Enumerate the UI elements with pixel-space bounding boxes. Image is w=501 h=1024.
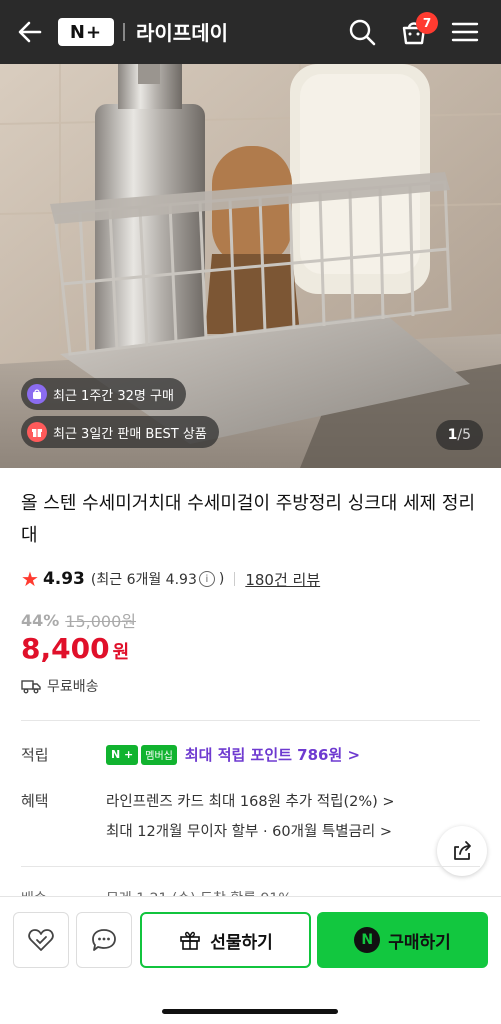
gift-button-label: 선물하기 <box>210 932 273 953</box>
discount-rate: 44% <box>21 610 60 630</box>
wishlist-button[interactable] <box>13 912 69 968</box>
info-icon[interactable]: i <box>198 571 215 587</box>
card-benefit-link[interactable]: 라인프렌즈 카드 최대 168원 추가 적립(2%) > <box>106 790 395 811</box>
truck-icon <box>21 680 41 694</box>
best-seller-badge: 최근 3일간 판매 BEST 상품 <box>21 416 219 448</box>
section-divider-2 <box>21 866 480 867</box>
recent-rating-text: (최근 6개월 4.93 <box>90 572 197 588</box>
share-icon <box>454 841 471 860</box>
max-points-text[interactable]: 최대 적립 포인트 786원 > <box>185 744 360 765</box>
benefits-label: 혜택 <box>21 792 49 810</box>
best-seller-text: 최근 3일간 판매 BEST 상품 <box>53 426 207 442</box>
back-arrow-icon[interactable] <box>14 16 46 48</box>
image-page-current: 1 <box>447 427 458 443</box>
price-row: 8,400 원 <box>21 632 129 665</box>
shipping-text: 무료배송 <box>47 679 99 695</box>
installment-benefit-link[interactable]: 최대 12개월 무이자 할부 · 60개월 특별금리 > <box>106 820 392 841</box>
cart-count-badge: 7 <box>416 12 438 34</box>
naver-plus-badge: N + <box>106 744 139 765</box>
star-icon: ★ <box>21 567 39 591</box>
bottom-action-bar: 선물하기 N 구매하기 <box>0 896 501 1024</box>
chat-bubble-icon <box>92 929 116 951</box>
original-price: 15,000원 <box>65 612 137 631</box>
search-icon[interactable] <box>344 14 380 50</box>
recent-purchase-badge: 최근 1주간 32명 구매 <box>21 378 186 410</box>
points-label: 적립 <box>21 746 49 764</box>
points-row[interactable]: N + 멤버십 최대 적립 포인트 786원 > <box>106 744 360 765</box>
review-count-link[interactable]: 180건 리뷰 <box>245 569 320 590</box>
naver-plus-logo[interactable]: N+ <box>58 18 114 46</box>
buy-button-label: 구매하기 <box>388 932 451 953</box>
shipping-row: 무료배송 <box>21 676 99 696</box>
discount-row: 44% 15,000원 <box>21 608 136 632</box>
share-button[interactable] <box>437 826 487 876</box>
rating-row: ★ 4.93 (최근 6개월 4.93 i ) 180건 리뷰 <box>21 566 320 592</box>
currency-unit: 원 <box>112 642 130 663</box>
heart-icon <box>28 929 54 951</box>
inquiry-button[interactable] <box>76 912 132 968</box>
buy-button[interactable]: N 구매하기 <box>317 912 488 968</box>
rating-score: 4.93 <box>42 569 85 589</box>
rating-separator <box>234 572 236 586</box>
sale-price: 8,400 <box>21 632 110 665</box>
product-title: 올 스텐 수세미거치대 수세미걸이 주방정리 싱크대 세제 정리대 <box>21 493 476 546</box>
recent-purchase-text: 최근 1주간 32명 구매 <box>53 388 174 404</box>
recent-rating-close: ) <box>218 571 225 587</box>
gift-box-icon <box>27 422 47 442</box>
store-name[interactable]: 라이프데이 <box>136 17 228 46</box>
membership-badge: 멤버십 <box>141 744 177 765</box>
image-page-counter: 1 /5 <box>435 420 483 450</box>
image-page-total: /5 <box>457 427 471 443</box>
menu-icon[interactable] <box>447 14 483 50</box>
section-divider <box>21 720 480 721</box>
gift-button[interactable]: 선물하기 <box>140 912 311 968</box>
home-indicator <box>162 1009 338 1014</box>
header-separator <box>123 23 125 41</box>
product-image[interactable]: 최근 1주간 32명 구매 최근 3일간 판매 BEST 상품 1 /5 <box>0 64 501 468</box>
app-header: N+ 라이프데이 7 <box>0 0 501 64</box>
bag-icon <box>27 384 47 404</box>
gift-icon <box>180 931 201 950</box>
naver-pay-icon: N <box>354 927 381 953</box>
